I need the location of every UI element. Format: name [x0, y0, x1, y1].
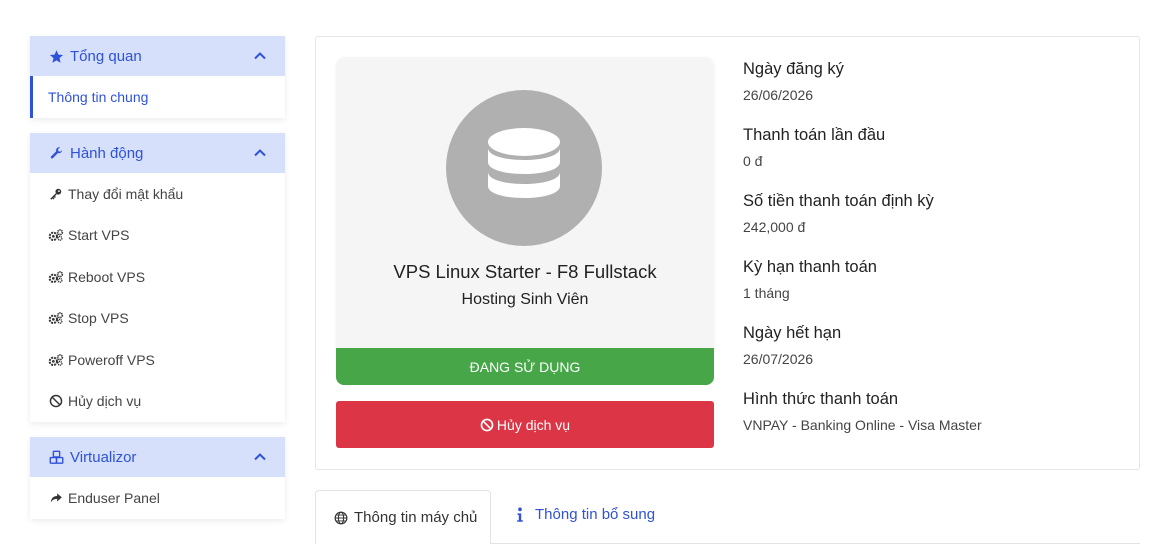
- sidebar-item-general-info[interactable]: Thông tin chung: [30, 76, 285, 118]
- overview-panel: Tổng quan Thông tin chung: [30, 36, 285, 118]
- overview-panel-header[interactable]: Tổng quan: [30, 36, 285, 76]
- product-box: VPS Linux Starter - F8 Fullstack Hosting…: [336, 57, 714, 349]
- sidebar-item-start-vps[interactable]: Start VPS: [30, 215, 285, 257]
- tab-server-info[interactable]: Thông tin máy chủ: [315, 490, 491, 544]
- share-arrow-icon: [48, 490, 64, 506]
- sidebar-item-enduser-panel[interactable]: Enduser Panel: [30, 477, 285, 519]
- sidebar-item-change-password[interactable]: Thay đổi mật khẩu: [30, 173, 285, 215]
- sidebar-item-stop-vps[interactable]: Stop VPS: [30, 298, 285, 340]
- server-avatar: [446, 90, 602, 246]
- virtualizor-panel-title: Virtualizor: [70, 448, 137, 466]
- sidebar-item-label: Reboot VPS: [68, 268, 146, 285]
- ban-icon: [48, 393, 64, 409]
- sidebar-item-cancel-service[interactable]: Hủy dịch vụ: [30, 381, 285, 423]
- due-date-label: Ngày hết hạn: [743, 324, 842, 342]
- cubes-icon: [48, 449, 64, 465]
- first-payment-label: Thanh toán lần đầu: [743, 126, 886, 144]
- cancel-service-button[interactable]: Hủy dịch vụ: [336, 401, 714, 448]
- chevron-up-icon[interactable]: [253, 450, 267, 464]
- ban-icon: [480, 418, 494, 432]
- payment-method-value: VNPAY - Banking Online - Visa Master: [743, 417, 982, 433]
- tab-label: Thông tin bổ sung: [535, 505, 656, 523]
- sidebar-item-label: Poweroff VPS: [68, 351, 155, 368]
- star-icon: [48, 48, 64, 64]
- first-payment-value: 0 đ: [743, 153, 763, 169]
- recurring-amount-label: Số tiền thanh toán định kỳ: [743, 192, 934, 210]
- tab-additional-info[interactable]: Thông tin bổ sung: [513, 490, 655, 538]
- info-icon: [515, 507, 529, 522]
- sidebar-item-label: Thay đổi mật khẩu: [68, 185, 184, 202]
- cancel-service-label: Hủy dịch vụ: [496, 416, 571, 433]
- sidebar-item-label: Thông tin chung: [48, 88, 149, 105]
- overview-panel-title: Tổng quan: [70, 47, 142, 65]
- actions-panel: Hành động Thay đổi mật khẩu Start VPS Re…: [30, 133, 285, 422]
- actions-panel-header[interactable]: Hành động: [30, 133, 285, 173]
- product-group: Hosting Sinh Viên: [461, 291, 589, 308]
- cogs-icon: [48, 352, 64, 368]
- globe-icon: [334, 511, 348, 525]
- service-info-list: Ngày đăng ký 26/06/2026 Thanh toán lần đ…: [743, 55, 1123, 451]
- payment-method-label: Hình thức thanh toán: [743, 390, 899, 408]
- wrench-icon: [48, 145, 64, 161]
- status-badge: ĐANG SỬ DỤNG: [336, 348, 714, 385]
- key-icon: [48, 186, 64, 202]
- virtualizor-panel-header[interactable]: Virtualizor: [30, 437, 285, 477]
- cogs-icon: [48, 227, 64, 243]
- chevron-up-icon[interactable]: [253, 49, 267, 63]
- virtualizor-panel: Virtualizor Enduser Panel: [30, 437, 285, 519]
- registration-date-label: Ngày đăng ký: [743, 60, 844, 78]
- registration-date-value: 26/06/2026: [743, 87, 814, 103]
- sidebar-item-reboot-vps[interactable]: Reboot VPS: [30, 256, 285, 298]
- chevron-up-icon[interactable]: [253, 146, 267, 160]
- sidebar-item-poweroff-vps[interactable]: Poweroff VPS: [30, 339, 285, 381]
- actions-panel-title: Hành động: [70, 144, 144, 162]
- sidebar-item-label: Stop VPS: [68, 310, 129, 327]
- cogs-icon: [48, 310, 64, 326]
- sidebar-item-label: Start VPS: [68, 227, 130, 244]
- sidebar-item-label: Enduser Panel: [68, 489, 160, 506]
- recurring-amount-value: 242,000 đ: [743, 219, 806, 235]
- due-date-value: 26/07/2026: [743, 351, 814, 367]
- service-detail-card: VPS Linux Starter - F8 Fullstack Hosting…: [315, 36, 1140, 470]
- cogs-icon: [48, 269, 64, 285]
- billing-cycle-label: Kỳ hạn thanh toán: [743, 258, 877, 276]
- billing-cycle-value: 1 tháng: [743, 285, 790, 301]
- detail-tabs: Thông tin máy chủ Thông tin bổ sung: [315, 490, 1140, 544]
- product-name: VPS Linux Starter - F8 Fullstack: [393, 261, 657, 282]
- sidebar-item-label: Hủy dịch vụ: [68, 393, 142, 410]
- database-icon: [488, 128, 560, 198]
- tab-label: Thông tin máy chủ: [354, 509, 478, 526]
